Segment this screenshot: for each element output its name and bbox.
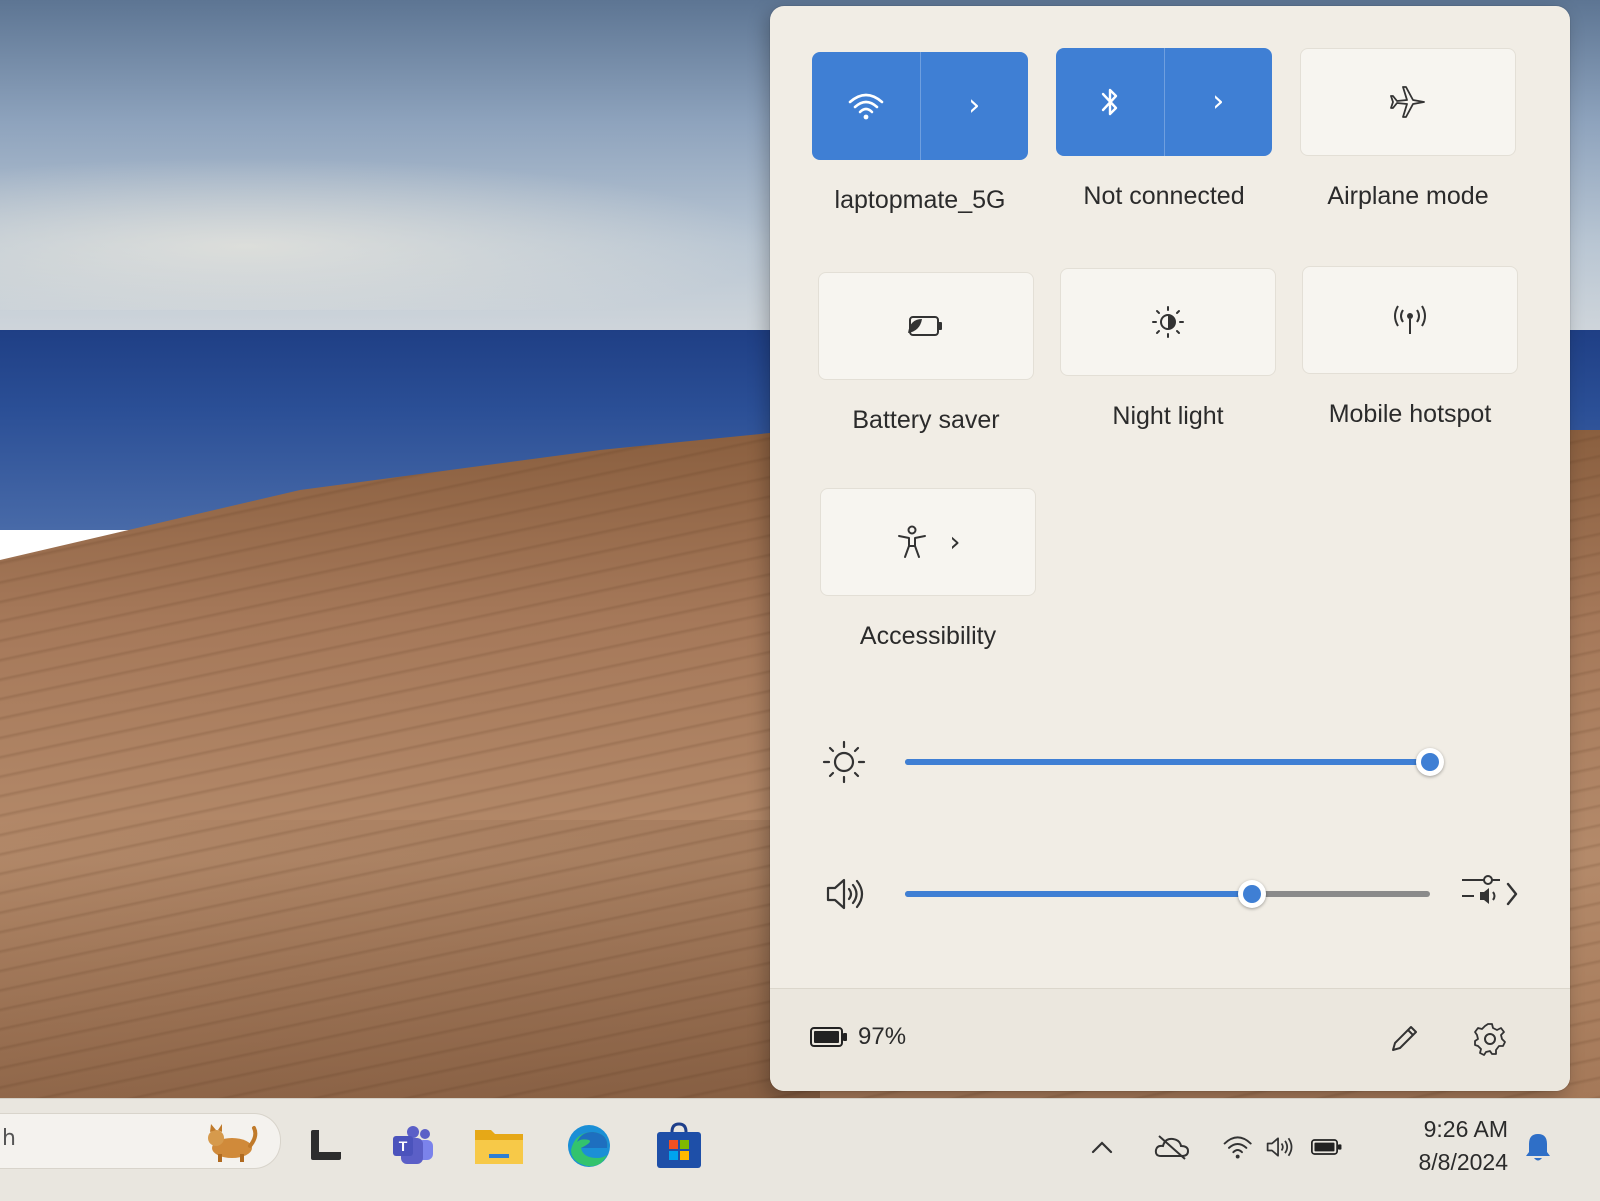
bluetooth-icon <box>1101 88 1117 116</box>
clock-date: 8/8/2024 <box>1418 1149 1508 1175</box>
edit-quick-settings-button[interactable] <box>1380 1015 1428 1063</box>
hotspot-tile-label: Mobile hotspot <box>1328 400 1492 428</box>
night-light-icon <box>1152 306 1184 338</box>
accessibility-tile-label: Accessibility <box>859 622 997 650</box>
store-button[interactable] <box>652 1119 706 1173</box>
battery-icon <box>810 1027 847 1047</box>
battery-percent: 97% <box>858 1023 907 1050</box>
brightness-slider[interactable] <box>905 748 1444 776</box>
clock-button[interactable]: 9:26 AM 8/8/2024 <box>1390 1113 1508 1179</box>
chevron-up-icon <box>1091 1141 1113 1154</box>
accessibility-button[interactable]: › <box>820 488 1036 596</box>
accessibility-icon <box>898 525 927 558</box>
notifications-button[interactable] <box>1518 1127 1558 1167</box>
task-view-icon <box>311 1130 341 1160</box>
chevron-right-icon: › <box>968 88 981 123</box>
wifi-tile-label: laptopmate_5G <box>834 186 1006 214</box>
onedrive-icon <box>1154 1135 1190 1160</box>
teams-button[interactable]: T <box>386 1119 440 1173</box>
speaker-icon[interactable] <box>820 870 868 918</box>
mobile-hotspot-button[interactable] <box>1302 266 1518 374</box>
gear-icon <box>1474 1023 1506 1056</box>
hotspot-tile-cell: Mobile hotspot <box>1302 266 1518 429</box>
wifi-networks-button[interactable]: › <box>919 52 1029 160</box>
night-light-tile-label: Night light <box>1112 402 1224 430</box>
airplane-tile-label: Airplane mode <box>1327 182 1489 210</box>
bluetooth-devices-button[interactable]: › <box>1163 48 1273 156</box>
edge-button[interactable] <box>562 1119 616 1173</box>
chevron-right-icon: › <box>1212 84 1225 119</box>
bluetooth-toggle-button[interactable] <box>1056 48 1164 156</box>
bluetooth-tile-label: Not connected <box>1083 182 1245 210</box>
battery-saver-button[interactable] <box>818 272 1034 380</box>
svg-text:T: T <box>399 1138 408 1154</box>
onedrive-status-button[interactable] <box>1152 1127 1192 1167</box>
volume-slider-row <box>820 864 1520 924</box>
battery-saver-icon <box>908 316 942 336</box>
bell-icon <box>1526 1134 1550 1161</box>
clock-time: 9:26 AM <box>1423 1116 1508 1142</box>
airplane-mode-button[interactable] <box>1300 48 1516 156</box>
chevron-right-icon: › <box>949 525 961 558</box>
task-view-button[interactable] <box>300 1119 354 1173</box>
quick-settings-panel: › laptopmate_5G › Not connected Airplane… <box>770 6 1570 1091</box>
taskbar-search-box[interactable]: h <box>0 1113 281 1169</box>
airplane-tile-cell: Airplane mode <box>1300 48 1516 211</box>
taskbar: h T 9:26 AM 8/8/2024 <box>0 1098 1600 1201</box>
bluetooth-tile: › <box>1056 48 1272 156</box>
brightness-slider-row <box>820 732 1520 792</box>
battery-saver-tile-cell: Battery saver <box>818 272 1034 435</box>
audio-output-icon[interactable] <box>1460 872 1524 916</box>
volume-slider-fill <box>905 891 1252 897</box>
pencil-icon <box>1392 1026 1417 1051</box>
battery-status[interactable]: 97% <box>810 1023 906 1051</box>
wifi-tile: › <box>812 52 1028 160</box>
quick-settings-footer: 97% <box>770 988 1570 1091</box>
search-highlight-cat-icon <box>208 1124 258 1162</box>
brightness-icon <box>822 740 866 784</box>
volume-slider-thumb[interactable] <box>1237 880 1266 908</box>
teams-icon: T <box>393 1126 433 1164</box>
show-hidden-icons-button[interactable] <box>1082 1127 1122 1167</box>
wifi-tile-cell: › laptopmate_5G <box>812 52 1028 215</box>
wifi-icon <box>1223 1136 1252 1159</box>
brightness-slider-fill <box>905 759 1430 765</box>
airplane-icon <box>1390 86 1425 118</box>
wifi-icon <box>848 93 884 120</box>
night-light-button[interactable] <box>1060 268 1276 376</box>
accessibility-tile-cell: › Accessibility <box>820 488 1036 651</box>
search-text: h <box>2 1126 16 1151</box>
file-explorer-icon <box>475 1130 523 1164</box>
speaker-icon <box>1267 1137 1293 1157</box>
battery-saver-tile-label: Battery saver <box>852 406 1000 434</box>
file-explorer-button[interactable] <box>472 1119 526 1173</box>
store-icon <box>657 1122 701 1168</box>
edge-icon <box>568 1125 610 1167</box>
night-light-tile-cell: Night light <box>1060 268 1276 431</box>
wifi-toggle-button[interactable] <box>812 52 920 160</box>
brightness-slider-thumb[interactable] <box>1416 748 1444 776</box>
settings-button[interactable] <box>1466 1015 1514 1063</box>
bluetooth-tile-cell: › Not connected <box>1056 48 1272 211</box>
battery-icon <box>1310 1139 1342 1155</box>
network-volume-battery-button[interactable] <box>1222 1127 1342 1167</box>
volume-slider[interactable] <box>905 880 1430 908</box>
hotspot-icon <box>1394 305 1426 334</box>
